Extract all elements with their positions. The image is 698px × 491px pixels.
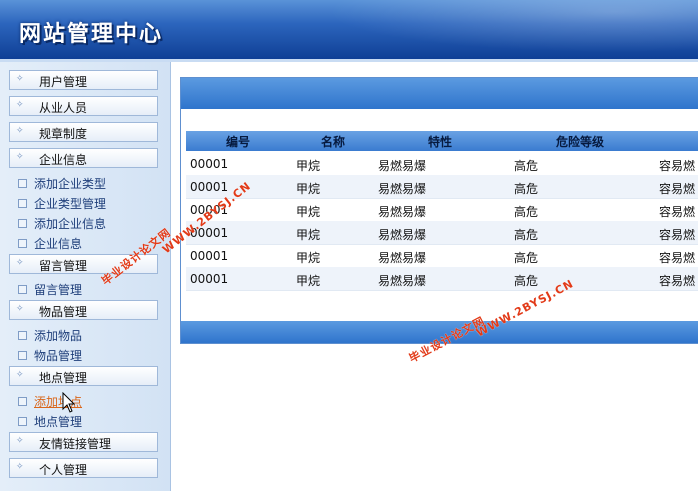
cell-name: 甲烷 [296,159,321,173]
menu-personal[interactable]: ✧ 个人管理 [9,458,158,478]
expand-icon: ✧ [16,436,24,446]
cell-name: 甲烷 [296,274,321,288]
bullet-icon [18,331,27,340]
expand-icon: ✧ [16,304,24,314]
cell-id: 00001 [190,249,229,263]
table-row[interactable]: 00001 甲烷 易燃易爆 高危 容易燃 [186,244,698,268]
cell-name: 甲烷 [296,251,321,265]
sidebar: ✧ 用户管理 ✧ 从业人员 ✧ 规章制度 ✧ 企业信息 添加企业类型 企业类型管… [0,62,171,491]
sub-company-info[interactable]: 企业信息 [18,235,82,251]
bullet-icon [18,199,27,208]
expand-icon: ✧ [16,258,24,268]
sub-item-management[interactable]: 物品管理 [18,347,82,363]
sub-location-management[interactable]: 地点管理 [18,413,82,429]
menu-user-management[interactable]: ✧ 用户管理 [9,70,158,90]
expand-icon: ✧ [16,74,24,84]
table-row[interactable]: 00001 甲烷 易燃易爆 高危 容易燃 [186,152,698,176]
bullet-icon [18,351,27,360]
menu-label: 从业人员 [39,101,88,115]
column-header-name: 名称 [321,135,346,149]
menu-locations[interactable]: ✧ 地点管理 [9,366,158,386]
cell-danger-level: 高危 [514,182,539,196]
menu-company-info[interactable]: ✧ 企业信息 [9,148,158,168]
sub-add-item[interactable]: 添加物品 [18,327,82,343]
cell-property: 易燃易爆 [378,205,427,219]
bullet-icon [18,285,27,294]
menu-label: 个人管理 [39,463,88,477]
bullet-icon [18,239,27,248]
sub-add-company-info[interactable]: 添加企业信息 [18,215,106,231]
cell-description: 容易燃 [659,159,696,173]
header-banner: 网站管理中心 [0,0,698,59]
column-header-id: 编号 [226,135,251,149]
expand-icon: ✧ [16,462,24,472]
table-row[interactable]: 00001 甲烷 易燃易爆 高危 容易燃 [186,198,698,222]
cell-description: 容易燃 [659,228,696,242]
cell-property: 易燃易爆 [378,228,427,242]
cell-property: 易燃易爆 [378,251,427,265]
bullet-icon [18,219,27,228]
cell-description: 容易燃 [659,205,696,219]
table-row[interactable]: 00001 甲烷 易燃易爆 高危 容易燃 [186,221,698,245]
menu-label: 物品管理 [39,305,88,319]
expand-icon: ✧ [16,152,24,162]
expand-icon: ✧ [16,370,24,380]
menu-label: 用户管理 [39,75,88,89]
cell-id: 00001 [190,272,229,286]
menu-label: 规章制度 [39,127,88,141]
cell-danger-level: 高危 [514,228,539,242]
cell-property: 易燃易爆 [378,182,427,196]
cell-danger-level: 高危 [514,251,539,265]
bullet-icon [18,397,27,406]
cell-description: 容易燃 [659,274,696,288]
panel-title-bar [181,78,698,109]
cell-property: 易燃易爆 [378,159,427,173]
sub-add-company-type[interactable]: 添加企业类型 [18,175,106,191]
menu-items[interactable]: ✧ 物品管理 [9,300,158,320]
sub-company-type-management[interactable]: 企业类型管理 [18,195,106,211]
menu-label: 地点管理 [39,371,88,385]
cell-name: 甲烷 [296,205,321,219]
table-row[interactable]: 00001 甲烷 易燃易爆 高危 容易燃 [186,175,698,199]
cell-property: 易燃易爆 [378,274,427,288]
cell-description: 容易燃 [659,182,696,196]
cell-danger-level: 高危 [514,205,539,219]
site-title: 网站管理中心 [19,22,164,47]
menu-regulations[interactable]: ✧ 规章制度 [9,122,158,142]
expand-icon: ✧ [16,126,24,136]
cell-name: 甲烷 [296,228,321,242]
cell-danger-level: 高危 [514,159,539,173]
bullet-icon [18,417,27,426]
cell-danger-level: 高危 [514,274,539,288]
menu-label: 企业信息 [39,153,88,167]
cell-name: 甲烷 [296,182,321,196]
header-decoration [278,0,698,59]
expand-icon: ✧ [16,100,24,110]
menu-label: 留言管理 [39,259,88,273]
menu-practitioners[interactable]: ✧ 从业人员 [9,96,158,116]
menu-friend-links[interactable]: ✧ 友情链接管理 [9,432,158,452]
cell-id: 00001 [190,157,229,171]
table-header: 编号 名称 特性 危险等级 [186,131,698,151]
cell-description: 容易燃 [659,251,696,265]
table-row[interactable]: 00001 甲烷 易燃易爆 高危 容易燃 [186,267,698,291]
content-panel: 编号 名称 特性 危险等级 00001 甲烷 易燃易爆 高危 容易燃 00001… [180,77,698,344]
menu-label: 友情链接管理 [39,437,112,451]
column-header-danger-level: 危险等级 [556,135,605,149]
cell-id: 00001 [190,180,229,194]
column-header-property: 特性 [428,135,453,149]
mouse-cursor-icon [62,392,76,413]
bullet-icon [18,179,27,188]
sub-message-management[interactable]: 留言管理 [18,281,82,297]
